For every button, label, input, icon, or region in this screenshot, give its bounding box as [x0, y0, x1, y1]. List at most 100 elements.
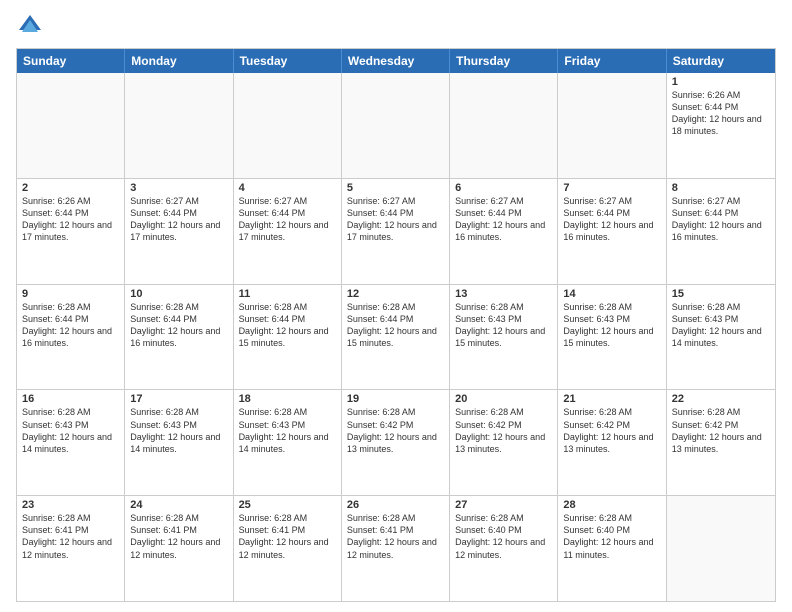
cell-info: Sunrise: 6:28 AMSunset: 6:40 PMDaylight:… — [455, 512, 552, 561]
day-cell-5: 5Sunrise: 6:27 AMSunset: 6:44 PMDaylight… — [342, 179, 450, 284]
day-cell-13: 13Sunrise: 6:28 AMSunset: 6:43 PMDayligh… — [450, 285, 558, 390]
day-cell-8: 8Sunrise: 6:27 AMSunset: 6:44 PMDaylight… — [667, 179, 775, 284]
empty-cell-0-0 — [17, 73, 125, 178]
day-cell-7: 7Sunrise: 6:27 AMSunset: 6:44 PMDaylight… — [558, 179, 666, 284]
day-cell-11: 11Sunrise: 6:28 AMSunset: 6:44 PMDayligh… — [234, 285, 342, 390]
cell-info: Sunrise: 6:28 AMSunset: 6:43 PMDaylight:… — [672, 301, 770, 350]
cell-info: Sunrise: 6:26 AMSunset: 6:44 PMDaylight:… — [22, 195, 119, 244]
weekday-header-wednesday: Wednesday — [342, 49, 450, 73]
day-cell-23: 23Sunrise: 6:28 AMSunset: 6:41 PMDayligh… — [17, 496, 125, 601]
cell-info: Sunrise: 6:28 AMSunset: 6:42 PMDaylight:… — [672, 406, 770, 455]
header — [16, 12, 776, 40]
cell-info: Sunrise: 6:28 AMSunset: 6:43 PMDaylight:… — [455, 301, 552, 350]
calendar-row-4: 16 Sunrise: 6:28 AMSunset: 6:43 PMDayligh… — [17, 389, 775, 495]
day-number: 10 — [130, 288, 227, 300]
day-cell-4: 4Sunrise: 6:27 AMSunset: 6:44 PMDaylight… — [234, 179, 342, 284]
day-cell-3: 3Sunrise: 6:27 AMSunset: 6:44 PMDaylight… — [125, 179, 233, 284]
weekday-header-tuesday: Tuesday — [234, 49, 342, 73]
cell-info: Sunrise: 6:28 AMSunset: 6:42 PMDaylight:… — [455, 406, 552, 455]
day-cell-12: 12Sunrise: 6:28 AMSunset: 6:44 PMDayligh… — [342, 285, 450, 390]
day-number: 14 — [563, 288, 660, 300]
day-cell-15: 15Sunrise: 6:28 AMSunset: 6:43 PMDayligh… — [667, 285, 775, 390]
cell-info: Sunrise: 6:26 AMSunset: 6:44 PMDaylight:… — [672, 89, 770, 138]
calendar: SundayMondayTuesdayWednesdayThursdayFrid… — [16, 48, 776, 602]
cell-info: Sunrise: 6:28 AMSunset: 6:41 PMDaylight:… — [239, 512, 336, 561]
cell-info: Sunrise: 6:28 AMSunset: 6:41 PMDaylight:… — [22, 512, 119, 561]
day-number: 2 — [22, 182, 119, 194]
day-number: 16 — [22, 393, 119, 405]
day-cell-24: 24Sunrise: 6:28 AMSunset: 6:41 PMDayligh… — [125, 496, 233, 601]
weekday-header-saturday: Saturday — [667, 49, 775, 73]
day-number: 3 — [130, 182, 227, 194]
weekday-header-thursday: Thursday — [450, 49, 558, 73]
weekday-header-sunday: Sunday — [17, 49, 125, 73]
day-cell-20: 20Sunrise: 6:28 AMSunset: 6:42 PMDayligh… — [450, 390, 558, 495]
cell-info: Sunrise: 6:28 AMSunset: 6:41 PMDaylight:… — [130, 512, 227, 561]
day-number: 6 — [455, 182, 552, 194]
empty-cell-4-6 — [667, 496, 775, 601]
calendar-row-3: 9Sunrise: 6:28 AMSunset: 6:44 PMDaylight… — [17, 284, 775, 390]
cell-info: Sunrise: 6:28 AMSunset: 6:44 PMDaylight:… — [130, 301, 227, 350]
cell-info: Sunrise: 6:28 AMSunset: 6:44 PMDaylight:… — [22, 301, 119, 350]
day-number: 23 — [22, 499, 119, 511]
cell-info: Sunrise: 6:27 AMSunset: 6:44 PMDaylight:… — [347, 195, 444, 244]
cell-info: Sunrise: 6:28 AMSunset: 6:40 PMDaylight:… — [563, 512, 660, 561]
cell-info: Sunrise: 6:28 AMSunset: 6:42 PMDaylight:… — [347, 406, 444, 455]
day-cell-10: 10Sunrise: 6:28 AMSunset: 6:44 PMDayligh… — [125, 285, 233, 390]
calendar-row-5: 23Sunrise: 6:28 AMSunset: 6:41 PMDayligh… — [17, 495, 775, 601]
day-cell-27: 27Sunrise: 6:28 AMSunset: 6:40 PMDayligh… — [450, 496, 558, 601]
day-number: 27 — [455, 499, 552, 511]
day-cell-14: 14Sunrise: 6:28 AMSunset: 6:43 PMDayligh… — [558, 285, 666, 390]
empty-cell-0-3 — [342, 73, 450, 178]
day-number: 25 — [239, 499, 336, 511]
day-cell-19: 19Sunrise: 6:28 AMSunset: 6:42 PMDayligh… — [342, 390, 450, 495]
day-cell-22: 22Sunrise: 6:28 AMSunset: 6:42 PMDayligh… — [667, 390, 775, 495]
day-number: 22 — [672, 393, 770, 405]
day-cell-9: 9Sunrise: 6:28 AMSunset: 6:44 PMDaylight… — [17, 285, 125, 390]
cell-info: Sunrise: 6:27 AMSunset: 6:44 PMDaylight:… — [672, 195, 770, 244]
day-cell-6: 6Sunrise: 6:27 AMSunset: 6:44 PMDaylight… — [450, 179, 558, 284]
day-number: 28 — [563, 499, 660, 511]
day-number: 15 — [672, 288, 770, 300]
day-number: 19 — [347, 393, 444, 405]
day-number: 20 — [455, 393, 552, 405]
empty-cell-0-1 — [125, 73, 233, 178]
cell-info: Sunrise: 6:27 AMSunset: 6:44 PMDaylight:… — [563, 195, 660, 244]
day-number: 1 — [672, 76, 770, 88]
day-cell-28: 28Sunrise: 6:28 AMSunset: 6:40 PMDayligh… — [558, 496, 666, 601]
day-number: 24 — [130, 499, 227, 511]
calendar-body: 1Sunrise: 6:26 AMSunset: 6:44 PMDaylight… — [17, 73, 775, 601]
day-number: 21 — [563, 393, 660, 405]
cell-info: Sunrise: 6:28 AMSunset: 6:43 PMDaylight:… — [239, 406, 336, 455]
logo-icon — [16, 12, 44, 40]
calendar-header: SundayMondayTuesdayWednesdayThursdayFrid… — [17, 49, 775, 73]
logo — [16, 12, 48, 40]
cell-info: Sunrise: 6:28 AMSunset: 6:43 PMDaylight:… — [130, 406, 227, 455]
day-number: 11 — [239, 288, 336, 300]
day-cell-21: 21Sunrise: 6:28 AMSunset: 6:42 PMDayligh… — [558, 390, 666, 495]
day-number: 18 — [239, 393, 336, 405]
empty-cell-0-5 — [558, 73, 666, 178]
empty-cell-0-2 — [234, 73, 342, 178]
cell-info: Sunrise: 6:28 AMSunset: 6:43 PMDaylight:… — [563, 301, 660, 350]
day-number: 5 — [347, 182, 444, 194]
day-number: 12 — [347, 288, 444, 300]
weekday-header-monday: Monday — [125, 49, 233, 73]
day-cell-18: 18Sunrise: 6:28 AMSunset: 6:43 PMDayligh… — [234, 390, 342, 495]
calendar-row-2: 2Sunrise: 6:26 AMSunset: 6:44 PMDaylight… — [17, 178, 775, 284]
day-cell-16: 16Sunrise: 6:28 AMSunset: 6:43 PMDayligh… — [17, 390, 125, 495]
cell-info: Sunrise: 6:28 AMSunset: 6:42 PMDaylight:… — [563, 406, 660, 455]
day-number: 8 — [672, 182, 770, 194]
empty-cell-0-4 — [450, 73, 558, 178]
calendar-row-1: 1Sunrise: 6:26 AMSunset: 6:44 PMDaylight… — [17, 73, 775, 178]
day-number: 4 — [239, 182, 336, 194]
cell-info: Sunrise: 6:28 AMSunset: 6:44 PMDaylight:… — [239, 301, 336, 350]
cell-info: Sunrise: 6:28 AMSunset: 6:44 PMDaylight:… — [347, 301, 444, 350]
cell-info: Sunrise: 6:27 AMSunset: 6:44 PMDaylight:… — [239, 195, 336, 244]
cell-info: Sunrise: 6:27 AMSunset: 6:44 PMDaylight:… — [455, 195, 552, 244]
page: SundayMondayTuesdayWednesdayThursdayFrid… — [0, 0, 792, 612]
day-number: 26 — [347, 499, 444, 511]
day-cell-26: 26Sunrise: 6:28 AMSunset: 6:41 PMDayligh… — [342, 496, 450, 601]
day-number: 13 — [455, 288, 552, 300]
weekday-header-friday: Friday — [558, 49, 666, 73]
